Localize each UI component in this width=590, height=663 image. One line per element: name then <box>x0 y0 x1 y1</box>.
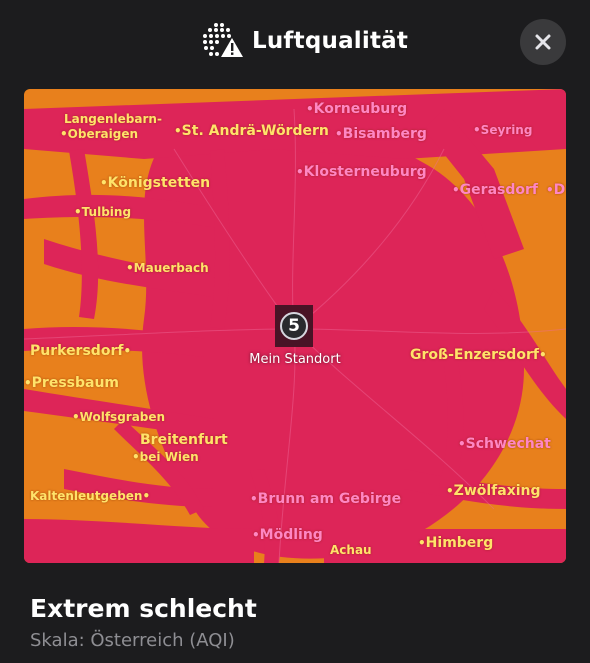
air-quality-scale: Skala: Österreich (AQI) <box>30 630 235 651</box>
air-quality-map[interactable]: Langenlebarn- •Oberaigen •St. Andrä-Wörd… <box>24 89 566 563</box>
close-icon <box>535 34 551 50</box>
place-label: •Königstetten <box>100 175 211 191</box>
place-label: Langenlebarn- <box>64 112 162 126</box>
air-quality-level: Extrem schlecht <box>30 594 257 623</box>
place-label: •Oberaigen <box>60 127 139 141</box>
close-button[interactable] <box>520 19 566 65</box>
air-quality-warning-icon <box>203 23 243 57</box>
place-label: •Mödling <box>252 527 323 543</box>
aqi-value-badge: 5 <box>280 312 308 340</box>
place-label: •Zwölfaxing <box>446 483 541 499</box>
place-label: •Tulbing <box>74 205 132 219</box>
place-label: •Himberg <box>418 535 494 551</box>
place-label: •St. Andrä-Wördern <box>174 123 329 139</box>
place-label: •Seyring <box>473 123 533 137</box>
place-label: Purkersdorf• <box>30 343 132 359</box>
place-label: •Korneuburg <box>306 101 408 117</box>
place-label: Kaltenleutgeben• <box>30 489 151 503</box>
location-marker[interactable]: 5 <box>275 305 313 347</box>
place-label: •Brunn am Gebirge <box>250 491 402 507</box>
place-label: •Bisamberg <box>335 126 427 142</box>
place-label: •bei Wien <box>132 450 199 464</box>
header: Luftqualität <box>0 0 590 82</box>
place-label: •Gerasdorf <box>452 182 538 198</box>
place-label: Breitenfurt <box>140 432 228 448</box>
place-label: •Mauerbach <box>126 261 209 275</box>
place-label: •Pressbaum <box>24 375 120 391</box>
location-label: Mein Standort <box>249 352 341 367</box>
title-group: Luftqualität <box>202 22 408 60</box>
page-title: Luftqualität <box>252 28 409 54</box>
place-label: •D <box>546 182 566 198</box>
place-label: •Schwechat <box>458 436 551 452</box>
place-label: •Wolfsgraben <box>72 410 166 424</box>
place-label: Achau <box>330 543 372 557</box>
place-label: Groß-Enzersdorf• <box>410 347 547 363</box>
place-label: •Klosterneuburg <box>296 164 427 180</box>
